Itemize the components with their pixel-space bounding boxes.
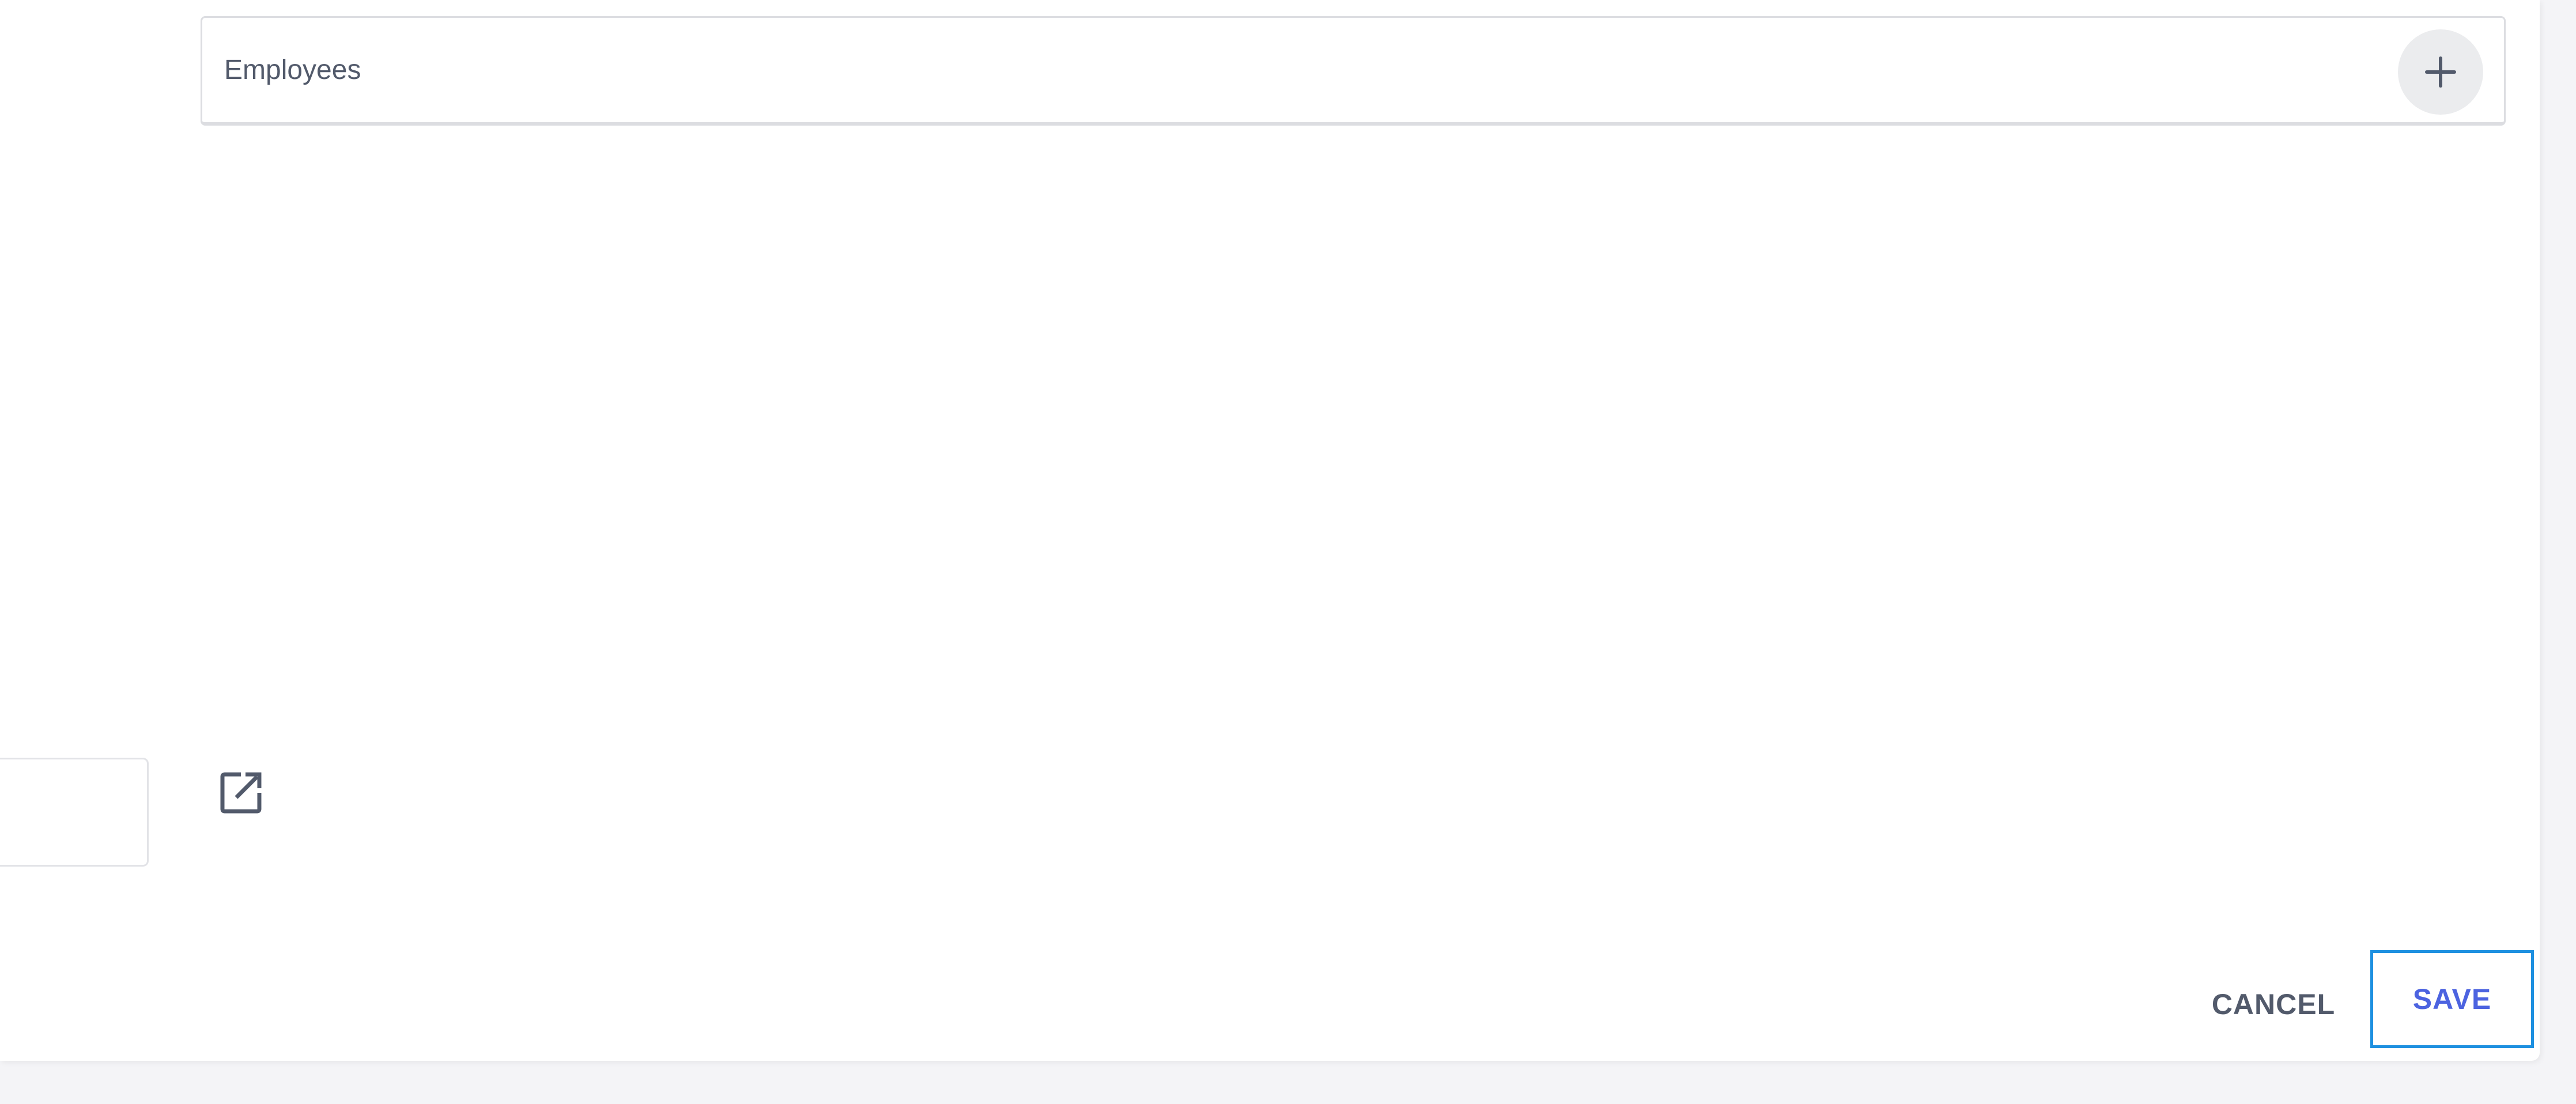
dialog-panel: Employees CANCEL SAVE	[0, 0, 2540, 1061]
cancel-button[interactable]: CANCEL	[2201, 951, 2345, 1057]
employees-label: Employees	[224, 55, 361, 85]
employees-field: Employees	[201, 16, 2506, 126]
add-employee-button[interactable]	[2398, 29, 2483, 115]
save-button[interactable]: SAVE	[2370, 950, 2534, 1048]
reference-input[interactable]	[0, 758, 149, 867]
plus-icon	[2425, 56, 2456, 88]
open-in-new-button[interactable]	[217, 767, 266, 817]
open-in-new-icon	[220, 772, 262, 814]
